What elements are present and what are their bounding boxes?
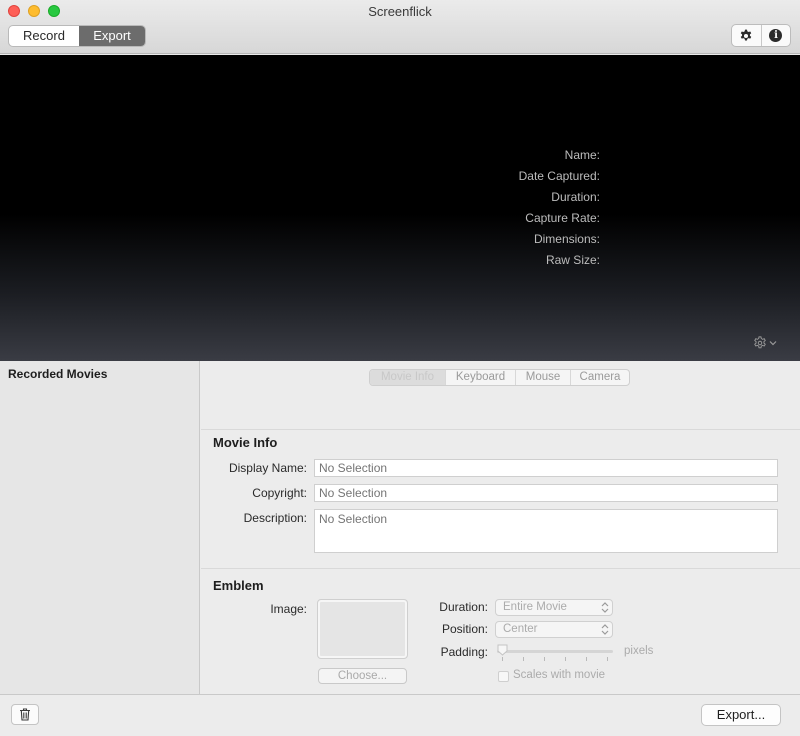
scales-with-movie-checkbox[interactable]	[498, 671, 509, 682]
section-divider	[201, 568, 800, 569]
tab-movie-info[interactable]: Movie Info	[370, 370, 445, 385]
slider-tick	[544, 657, 545, 661]
copyright-label: Copyright:	[252, 486, 307, 500]
section-divider	[201, 429, 800, 430]
meta-duration-label: Duration:	[551, 190, 600, 204]
slider-tick	[502, 657, 503, 661]
window-title: Screenflick	[368, 4, 432, 19]
description-field[interactable]	[314, 509, 778, 553]
export-mode-button[interactable]: Export	[79, 26, 145, 46]
copyright-field[interactable]	[314, 484, 778, 502]
position-label: Position:	[441, 622, 488, 636]
trash-icon	[20, 708, 30, 721]
movie-info-title: Movie Info	[213, 435, 278, 450]
record-mode-button[interactable]: Record	[9, 26, 79, 46]
movie-preview: Name: Date Captured: Duration: Capture R…	[0, 55, 800, 361]
choose-image-button[interactable]: Choose...	[318, 668, 407, 684]
padding-units: pixels	[624, 645, 654, 657]
display-name-label: Display Name:	[228, 461, 307, 475]
toolbar-button-group: i	[731, 24, 791, 47]
gear-icon	[754, 336, 766, 349]
padding-label: Padding:	[440, 645, 488, 659]
inspector-tabs: Movie Info Keyboard Mouse Camera	[369, 369, 630, 386]
gear-icon	[741, 29, 752, 41]
up-down-arrows-icon	[601, 624, 609, 635]
meta-raw-size-label: Raw Size:	[545, 253, 600, 267]
tab-camera[interactable]: Camera	[570, 370, 629, 385]
tab-keyboard[interactable]: Keyboard	[445, 370, 515, 385]
slider-tick	[523, 657, 524, 661]
tab-mouse[interactable]: Mouse	[515, 370, 570, 385]
meta-name-label: Name:	[564, 148, 600, 162]
slider-tick	[586, 657, 587, 661]
preferences-button[interactable]	[732, 25, 761, 46]
description-label: Description:	[243, 511, 307, 525]
sidebar-title: Recorded Movies	[8, 367, 108, 381]
title-bar: Screenflick Record Export i	[0, 0, 800, 54]
slider-tick	[565, 657, 566, 661]
bottom-bar: Export...	[0, 694, 800, 736]
export-button[interactable]: Export...	[701, 704, 781, 726]
duration-popup[interactable]: Entire Movie	[495, 599, 613, 616]
meta-capture-rate-label: Capture Rate:	[525, 211, 600, 225]
info-button[interactable]: i	[760, 25, 790, 46]
image-label: Image:	[270, 602, 307, 616]
padding-slider-track[interactable]	[497, 650, 613, 653]
chevron-down-icon	[769, 341, 777, 346]
preview-action-menu[interactable]	[753, 336, 777, 350]
slider-tick	[607, 657, 608, 661]
padding-slider-knob[interactable]	[497, 644, 508, 656]
movie-metadata: Name: Date Captured: Duration: Capture R…	[440, 147, 600, 273]
up-down-arrows-icon	[601, 602, 609, 613]
duration-label: Duration:	[439, 600, 488, 614]
delete-movie-button[interactable]	[11, 704, 39, 725]
position-popup[interactable]: Center	[495, 621, 613, 638]
position-value: Center	[503, 623, 538, 635]
info-icon: i	[769, 29, 783, 42]
duration-value: Entire Movie	[503, 601, 567, 613]
recorded-movies-sidebar[interactable]: Recorded Movies	[0, 361, 200, 694]
display-name-field[interactable]	[314, 459, 778, 477]
mode-segmented-control: Record Export	[8, 25, 146, 47]
inspector-panel: Movie Info Keyboard Mouse Camera Movie I…	[201, 361, 800, 694]
meta-dimensions-label: Dimensions:	[533, 232, 600, 246]
emblem-title: Emblem	[213, 578, 264, 593]
meta-date-captured-label: Date Captured:	[518, 169, 600, 183]
scales-with-movie-label: Scales with movie	[513, 669, 606, 681]
